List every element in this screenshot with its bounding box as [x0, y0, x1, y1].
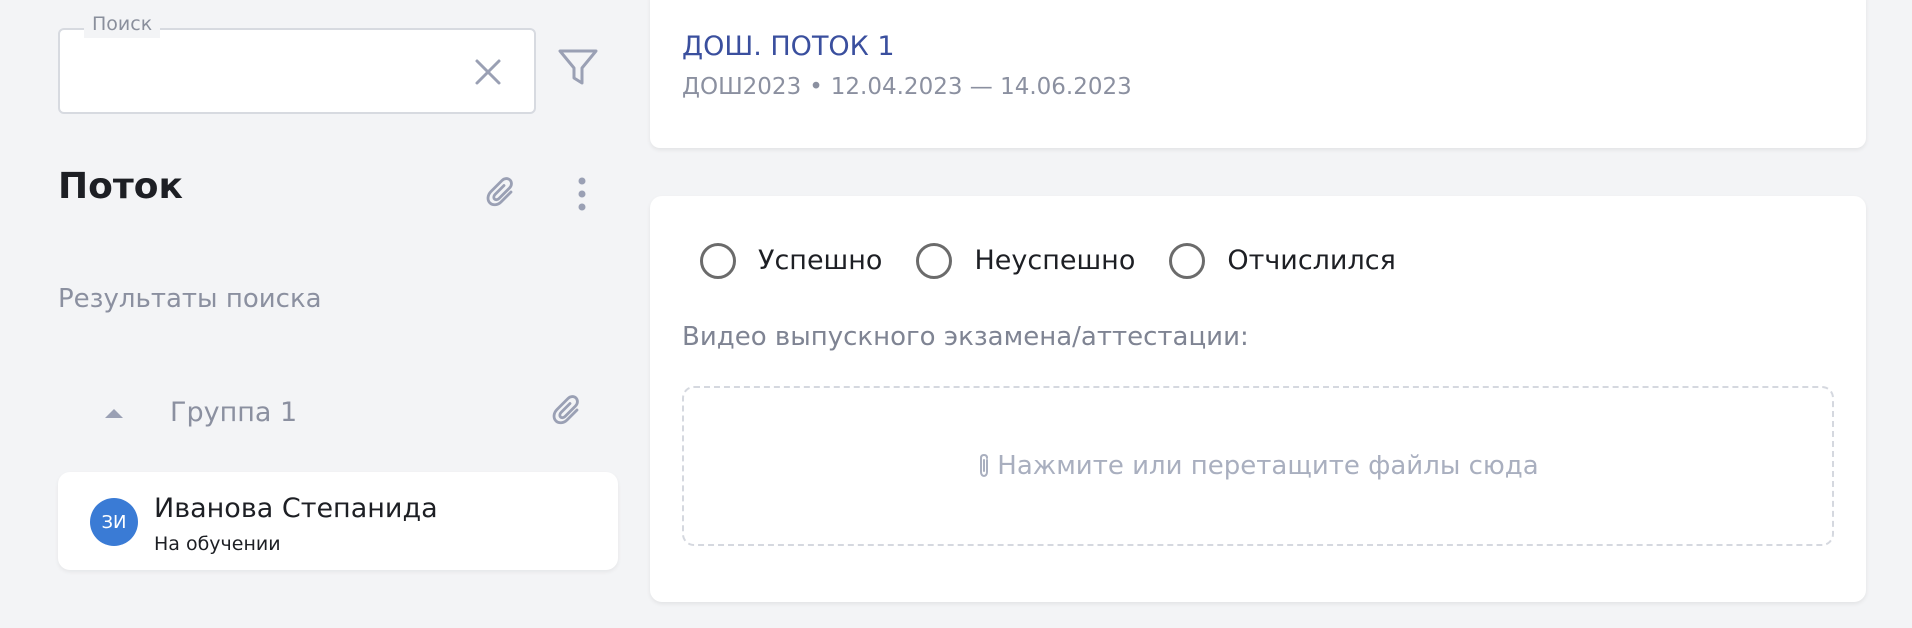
result-radio-group: Успешно Неуспешно Отчислился — [700, 240, 1430, 282]
search-results-label: Результаты поиска — [58, 284, 322, 314]
stream-card: ДОШ. ПОТОК 1 ДОШ2023 • 12.04.2023 — 14.06.… — [650, 0, 1866, 148]
radio-label: Неуспешно — [974, 245, 1136, 276]
section-title: Поток — [58, 166, 183, 207]
stream-title-link[interactable]: ДОШ. ПОТОК 1 — [682, 30, 895, 64]
student-status: На обучении — [154, 533, 281, 555]
file-dropzone[interactable]: Нажмите или перетащите файлы сюда — [682, 386, 1834, 546]
stream-code: ДОШ2023 — [682, 74, 802, 100]
paperclip-icon — [552, 395, 579, 425]
paperclip-icon — [980, 453, 989, 478]
dropzone-content: Нажмите или перетащите файлы сюда — [977, 449, 1539, 483]
caret-up-icon — [105, 409, 123, 418]
radio-option-expelled[interactable]: Отчислился — [1169, 243, 1396, 279]
student-card[interactable]: ЗИ Иванова Степанида На обучении — [58, 472, 618, 570]
result-card: Успешно Неуспешно Отчислился Видео выпус… — [650, 196, 1866, 602]
group-row: Группа 1 — [96, 388, 596, 438]
radio-option-success[interactable]: Успешно — [700, 243, 882, 279]
radio-button[interactable] — [700, 243, 736, 279]
radio-button[interactable] — [916, 243, 953, 279]
avatar: ЗИ — [90, 498, 138, 546]
radio-option-fail[interactable]: Неуспешно — [916, 243, 1135, 279]
paperclip-icon — [486, 177, 513, 207]
radio-label: Отчислился — [1227, 245, 1396, 276]
radio-label: Успешно — [758, 245, 883, 276]
search-legend: Поиск — [84, 10, 161, 38]
group-collapse-toggle[interactable] — [96, 388, 132, 438]
attach-group-button[interactable] — [546, 390, 590, 434]
radio-button[interactable] — [1169, 243, 1206, 279]
search-input[interactable] — [80, 52, 464, 94]
filter-button[interactable] — [554, 44, 602, 92]
close-icon — [475, 59, 501, 85]
stream-meta: ДОШ2023 • 12.04.2023 — 14.06.2023 — [682, 72, 1132, 102]
meta-separator: • — [809, 74, 823, 100]
more-options-button[interactable] — [560, 172, 604, 216]
stream-date-range: 12.04.2023 — 14.06.2023 — [830, 74, 1132, 100]
video-upload-label: Видео выпускного экзамена/аттестации: — [682, 322, 1249, 352]
more-vertical-icon — [578, 177, 586, 211]
student-name: Иванова Степанида — [154, 493, 438, 524]
filter-icon — [558, 49, 598, 85]
page: Поиск Поток Результаты поиска Группа 1 З… — [0, 0, 1912, 628]
clear-search-button[interactable] — [468, 52, 508, 92]
search-field[interactable]: Поиск — [58, 10, 536, 114]
dropzone-text: Нажмите или перетащите файлы сюда — [997, 451, 1539, 481]
attach-stream-button[interactable] — [480, 172, 524, 216]
group-label: Группа 1 — [170, 397, 298, 428]
